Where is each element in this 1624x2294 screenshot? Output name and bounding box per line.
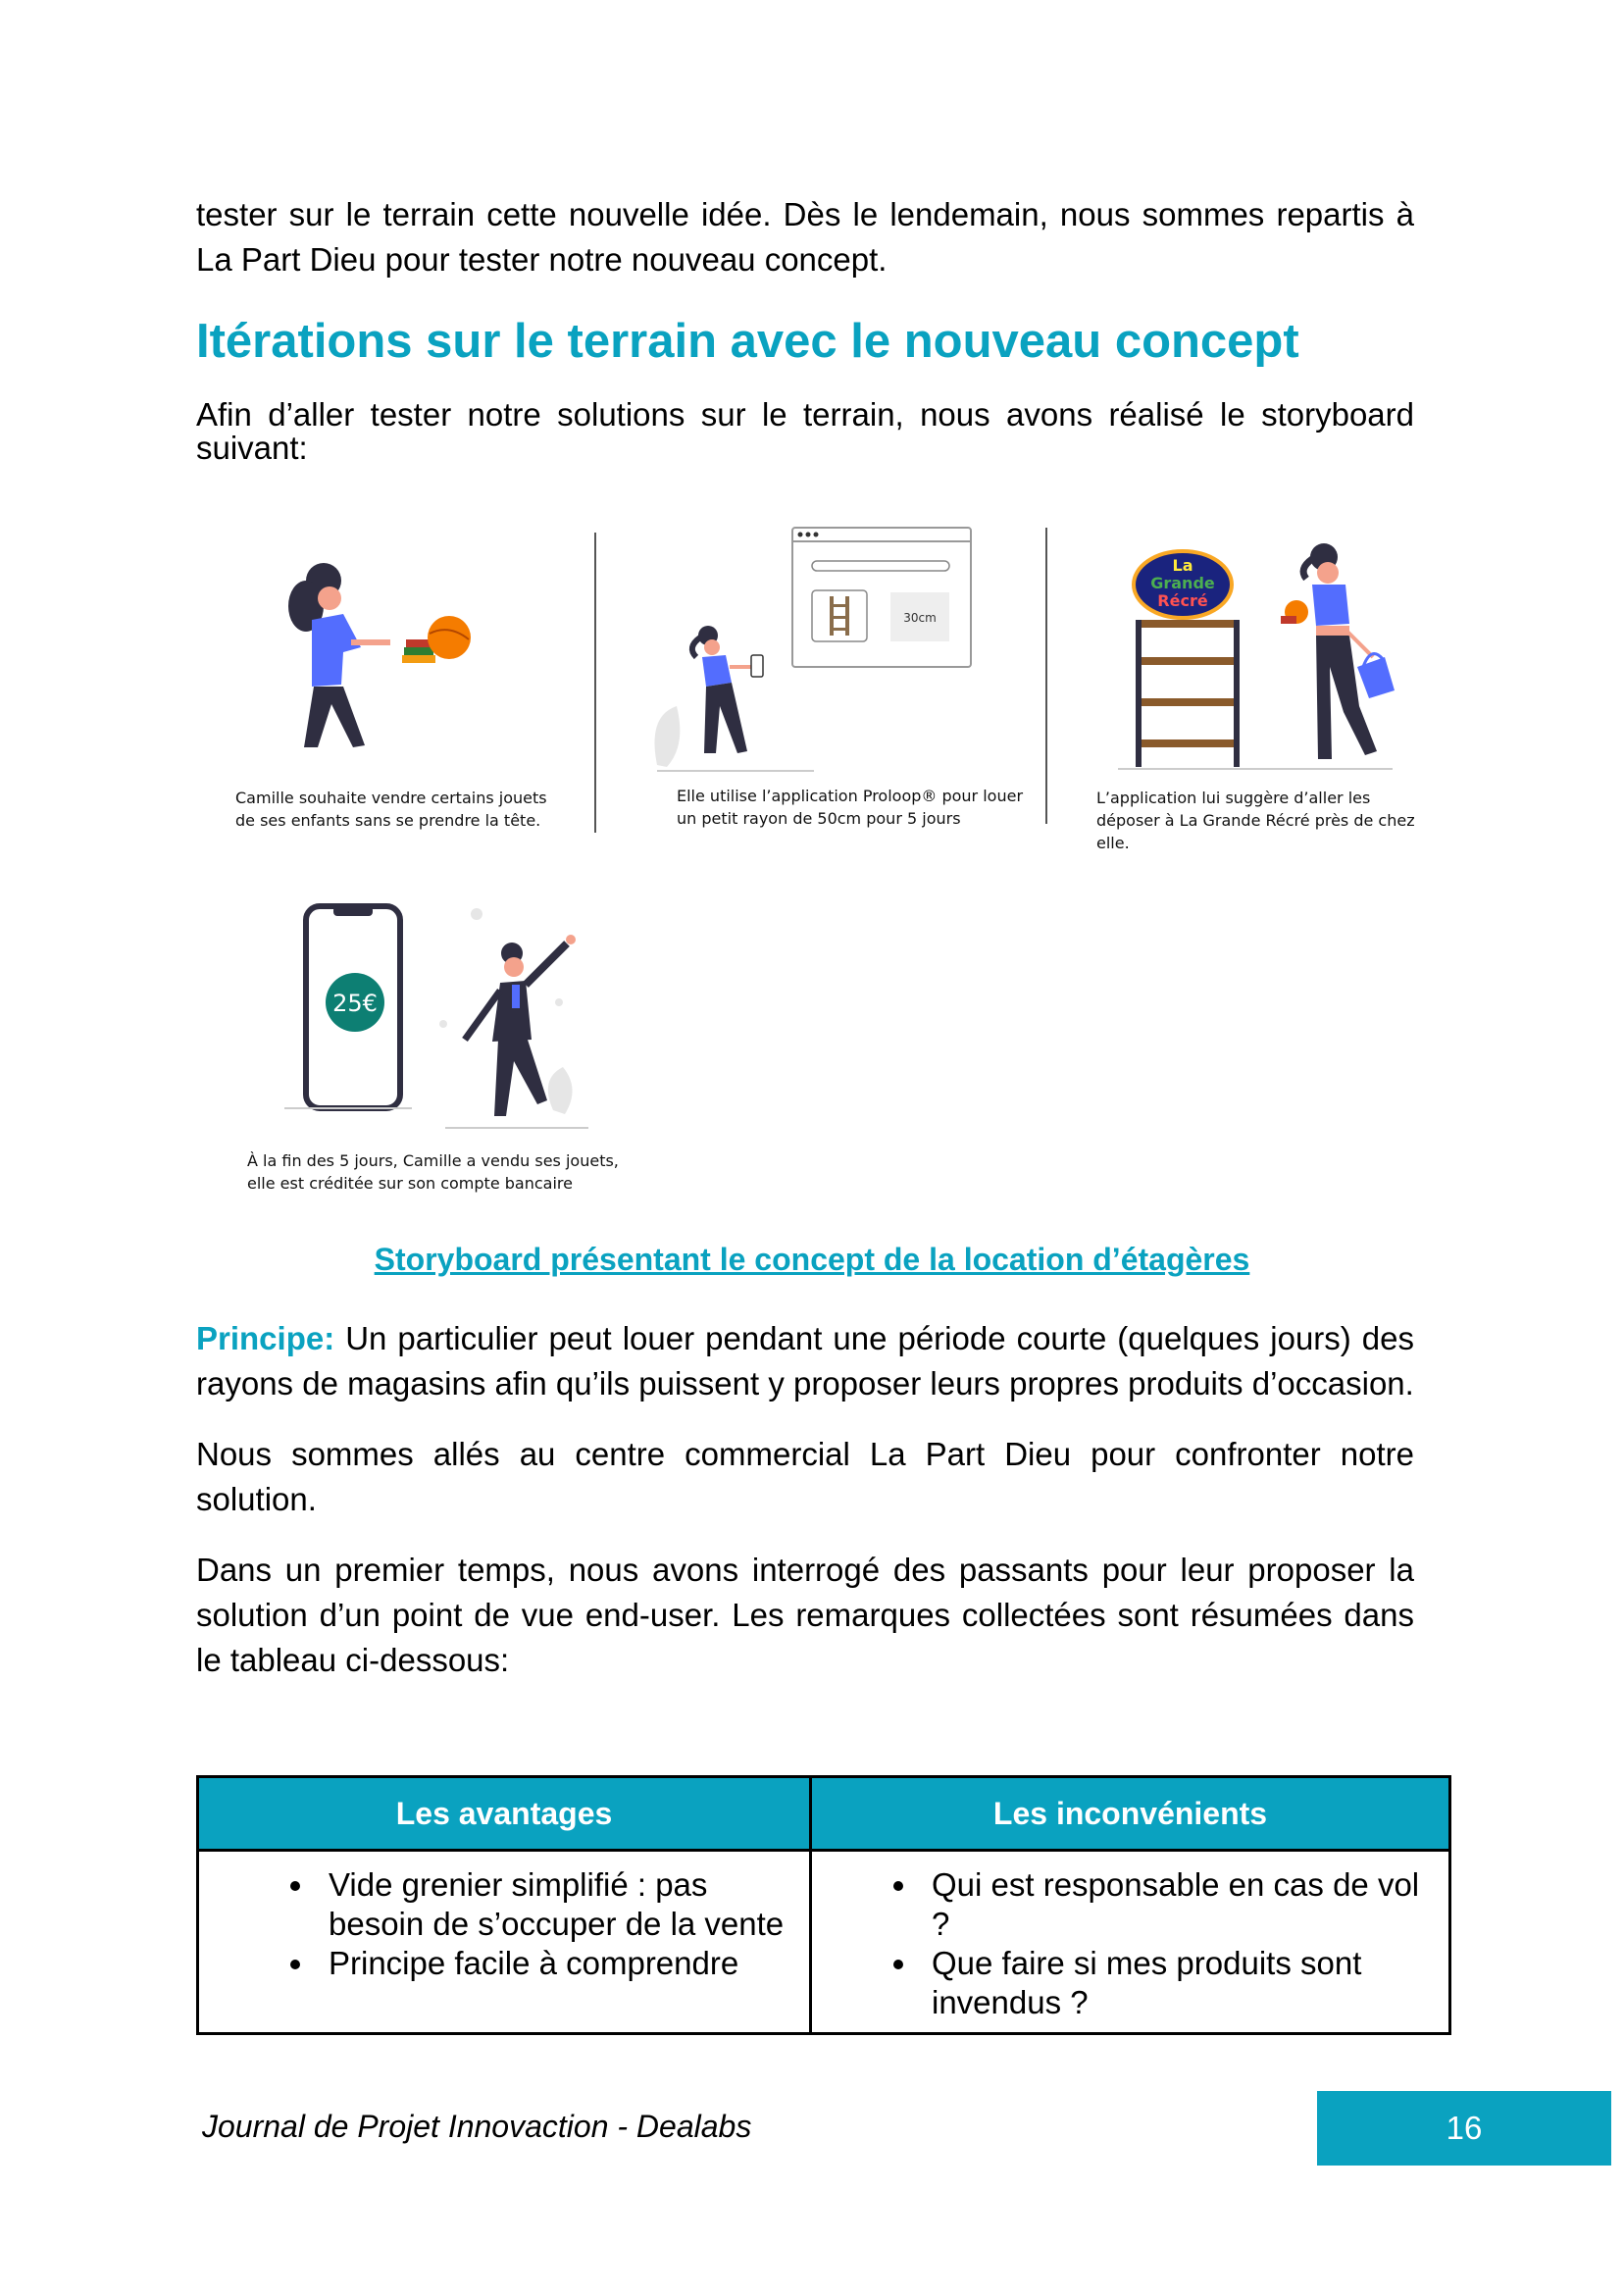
principe-label: Principe: bbox=[196, 1320, 335, 1356]
table-header-row: Les avantages Les inconvénients bbox=[196, 1775, 1451, 1852]
panel-3-caption: L’application lui suggère d’aller les dé… bbox=[1096, 789, 1415, 852]
list-item: Que faire si mes produits sont invendus … bbox=[920, 1944, 1429, 2022]
panel-4-caption: À la fin des 5 jours, Camille a vendu se… bbox=[247, 1151, 619, 1193]
woman-with-app-illustration: 30cm bbox=[654, 527, 972, 772]
logo-line-3: Récré bbox=[1157, 591, 1208, 610]
disadvantages-list: Qui est responsable en cas de vol ? Que … bbox=[832, 1865, 1429, 2022]
pros-cons-table: Les avantages Les inconvénients Vide gre… bbox=[196, 1775, 1451, 2035]
list-item: Principe facile à comprendre bbox=[317, 1944, 789, 1983]
storyboard-panel-2: 30cm Elle utilise l’application Proloop®… bbox=[637, 520, 1049, 843]
table-header-advantages: Les avantages bbox=[196, 1775, 812, 1852]
principe-paragraph: Principe: Un particulier peut louer pend… bbox=[196, 1316, 1414, 1406]
principe-text: Un particulier peut louer pendant une pé… bbox=[196, 1320, 1414, 1402]
phone-payment-illustration: 25€ bbox=[284, 903, 588, 1129]
storyboard-intro: Afin d’aller tester notre solutions sur … bbox=[196, 396, 1414, 466]
advantages-list: Vide grenier simplifié : pas besoin de s… bbox=[219, 1865, 789, 1983]
section-heading: Itérations sur le terrain avec le nouvea… bbox=[196, 315, 1299, 368]
disadvantages-cell: Qui est responsable en cas de vol ? Que … bbox=[809, 1849, 1451, 2035]
panel-divider bbox=[594, 533, 596, 833]
logo-line-1: La bbox=[1173, 556, 1193, 575]
footer-title: Journal de Projet Innovaction - Dealabs bbox=[202, 2109, 752, 2144]
panel-2-caption: Elle utilise l’application Proloop® pour… bbox=[677, 787, 1024, 828]
advantages-cell: Vide grenier simplifié : pas besoin de s… bbox=[196, 1849, 812, 2035]
figure-caption: Storyboard présentant le concept de la l… bbox=[374, 1242, 1250, 1277]
list-item: Vide grenier simplifié : pas besoin de s… bbox=[317, 1865, 789, 1944]
storyboard-panel-4: 25€ À la fin des 5 jours, Camille a vend… bbox=[235, 892, 647, 1206]
panel-1-caption: Camille souhaite vendre certains jouets … bbox=[235, 789, 547, 830]
table-row: Vide grenier simplifié : pas besoin de s… bbox=[196, 1849, 1451, 2035]
woman-with-toys-illustration bbox=[288, 563, 471, 747]
storyboard-panel-1: Camille souhaite vendre certains jouets … bbox=[196, 530, 588, 853]
store-shelf-illustration: La Grande Récré bbox=[1118, 543, 1395, 770]
table-header-disadvantages: Les inconvénients bbox=[809, 1775, 1451, 1852]
credited-amount: 25€ bbox=[332, 990, 378, 1017]
list-item: Qui est responsable en cas de vol ? bbox=[920, 1865, 1429, 1944]
intro-paragraph: tester sur le terrain cette nouvelle idé… bbox=[196, 196, 1414, 278]
shelf-size-label: 30cm bbox=[903, 611, 937, 625]
page-number: 16 bbox=[1317, 2091, 1611, 2166]
panel-divider bbox=[1045, 528, 1047, 824]
storyboard-panel-3: La Grande Récré L’application lui suggèr… bbox=[1089, 530, 1442, 853]
logo-line-2: Grande bbox=[1150, 574, 1215, 592]
paragraph-confront: Nous sommes allés au centre commercial L… bbox=[196, 1436, 1414, 1517]
paragraph-interviews: Dans un premier temps, nous avons interr… bbox=[196, 1552, 1414, 1678]
